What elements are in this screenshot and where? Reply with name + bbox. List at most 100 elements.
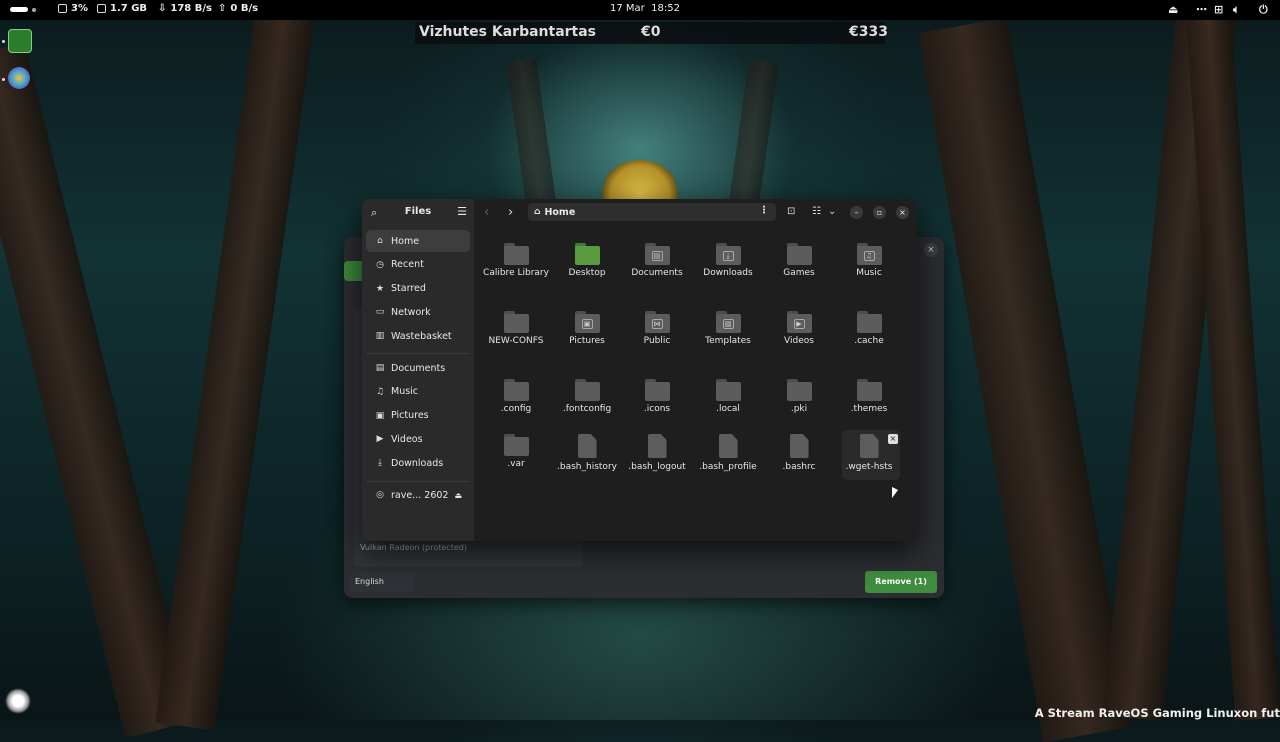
file-item[interactable]: .bash_profile [694, 434, 762, 473]
folder-icon [503, 311, 529, 333]
sidebar-item-wastebasket[interactable]: ▥ Wastebasket [366, 325, 470, 347]
folder-item[interactable]: .local [694, 379, 762, 415]
volume-icon[interactable]: 🔈︎ [1233, 3, 1240, 17]
folder-item[interactable]: .cache [835, 311, 903, 347]
upload-indicator: ⇧ 0 B/s [218, 3, 259, 14]
sidebar-item-label: Videos [391, 433, 423, 445]
folder-emblem-icon: ⋈ [651, 319, 663, 329]
folder-icon [644, 379, 670, 401]
folder-item[interactable]: .icons [623, 379, 691, 415]
folder-item[interactable]: .var [482, 434, 550, 470]
main-menu-icon[interactable]: ☰ [457, 205, 467, 218]
dock-raveos-icon[interactable] [8, 67, 30, 89]
file-item[interactable]: .wget-hsts [835, 434, 903, 473]
stream-footer-text: A Stream RaveOS Gaming Linuxon fut [1034, 706, 1280, 720]
view-list-icon[interactable]: ☷ [812, 206, 821, 217]
folder-emblem-icon: ▣ [581, 319, 593, 329]
sidebar-item-label: Pictures [391, 410, 429, 422]
videos-icon: ▶ [376, 434, 384, 445]
file-label: .bash_history [557, 462, 617, 472]
chevron-down-icon[interactable]: ⌄ [828, 206, 836, 217]
language-select[interactable]: English [350, 572, 415, 592]
folder-icon: ⤓ [715, 243, 741, 265]
folder-item[interactable]: Calibre Library [482, 243, 550, 279]
folder-icon [786, 379, 812, 401]
folder-item[interactable]: ⤓ Downloads [694, 243, 762, 279]
folder-item[interactable]: ▶ Videos [765, 311, 833, 347]
maximize-button[interactable]: ▫ [873, 206, 886, 219]
remove-button[interactable]: Remove (1) [865, 571, 937, 593]
files-window: ⌕ Files ☰ ⌂ Home ◷ Recent ★ Starred ▭ Network ▥ W… [362, 199, 917, 541]
folder-emblem-icon: ⤓ [722, 251, 734, 261]
folder-icon: ▤ [644, 243, 670, 265]
forward-button[interactable]: › [508, 205, 513, 220]
path-menu-icon[interactable]: ⋮ [759, 205, 769, 216]
clock[interactable]: 17 Mar 18:52 [610, 3, 680, 14]
folder-icon: ⋈ [644, 311, 670, 333]
sidebar-item-home[interactable]: ⌂ Home [366, 230, 470, 252]
sidebar-item-videos[interactable]: ▶ Videos [366, 428, 470, 450]
sidebar-item-documents[interactable]: ▤ Documents [366, 357, 470, 379]
eject-tray-icon[interactable]: ⏏ [1168, 3, 1178, 16]
sidebar-item-downloads[interactable]: ⤓ Downloads [366, 452, 470, 474]
sidebar-item-recent[interactable]: ◷ Recent [366, 254, 470, 276]
folder-item[interactable]: ⋈ Public [623, 311, 691, 347]
new-folder-icon[interactable]: ⊡ [787, 206, 795, 217]
starred-icon: ★ [375, 283, 385, 294]
folder-icon [856, 379, 882, 401]
stream-donation-overlay: Vizhutes Karbantartas €0 €333 [415, 22, 888, 44]
sidebar-item-network[interactable]: ▭ Network [366, 301, 470, 323]
overlay-amount-left: €0 [641, 24, 661, 40]
folder-item[interactable]: .themes [835, 379, 903, 415]
sidebar-item-device[interactable]: ◎ rave... 2602 ⏏ [366, 484, 470, 506]
background-close-icon[interactable]: × [924, 243, 938, 257]
folder-item[interactable]: .pki [765, 379, 833, 415]
folder-icon [503, 379, 529, 401]
file-label: Templates [705, 336, 751, 346]
folder-item[interactable]: .config [482, 379, 550, 415]
overlay-name: Vizhutes Karbantartas [419, 24, 597, 40]
sidebar-item-pictures[interactable]: ▣ Pictures [366, 405, 470, 427]
sidebar-item-music[interactable]: ♫ Music [366, 381, 470, 403]
file-item[interactable]: .bashrc [765, 434, 833, 473]
folder-emblem-icon: ▧ [722, 319, 734, 329]
close-button[interactable]: × [896, 206, 909, 219]
folder-item[interactable]: .fontconfig [553, 379, 621, 415]
folder-item[interactable]: Games [765, 243, 833, 279]
folder-item[interactable]: ▤ Documents [623, 243, 691, 279]
folder-item[interactable]: Desktop [553, 243, 621, 279]
downloads-icon: ⤓ [378, 458, 382, 469]
folder-item[interactable]: NEW-CONFS [482, 311, 550, 347]
file-label: .icons [643, 404, 671, 414]
documents-icon: ▤ [375, 363, 385, 373]
overlay-amount-right: €333 [849, 24, 888, 40]
wired-network-icon[interactable]: ⊞ [1214, 3, 1223, 16]
sidebar-header: ⌕ Files ☰ [362, 199, 474, 226]
activities-button[interactable] [10, 7, 36, 12]
file-item[interactable]: .bash_logout [623, 434, 691, 473]
file-label: Calibre Library [483, 268, 549, 278]
folder-item[interactable]: ▧ Templates [694, 311, 762, 347]
background-green-tab[interactable] [344, 261, 362, 281]
dock-app-icon[interactable] [8, 29, 32, 53]
back-button[interactable]: ‹ [484, 205, 489, 220]
file-label: .fontconfig [562, 404, 612, 414]
folder-item[interactable]: ▣ Pictures [553, 311, 621, 347]
sidebar-item-label: Home [391, 235, 420, 247]
power-icon[interactable]: ⏻ [1259, 3, 1268, 17]
network-status-icon[interactable]: ⋯ [1196, 3, 1207, 16]
file-item[interactable]: .bash_history [553, 434, 621, 473]
file-label: Desktop [568, 268, 606, 278]
folder-item[interactable]: ♫ Music [835, 243, 903, 279]
file-icon [859, 434, 879, 458]
path-bar[interactable]: ⌂ Home ⋮ [528, 203, 776, 221]
folder-icon: ▶ [786, 311, 812, 333]
eject-icon[interactable]: ⏏ [454, 491, 462, 500]
file-label: .bash_profile [699, 462, 757, 472]
file-icon [647, 434, 667, 458]
folder-icon [503, 434, 529, 456]
sidebar-item-starred[interactable]: ★ Starred [366, 278, 470, 300]
files-grid: × Calibre Library Desktop ▤ Documents ⤓ Downl… [474, 229, 917, 541]
file-icon [789, 434, 809, 458]
minimize-button[interactable]: – [850, 206, 863, 219]
